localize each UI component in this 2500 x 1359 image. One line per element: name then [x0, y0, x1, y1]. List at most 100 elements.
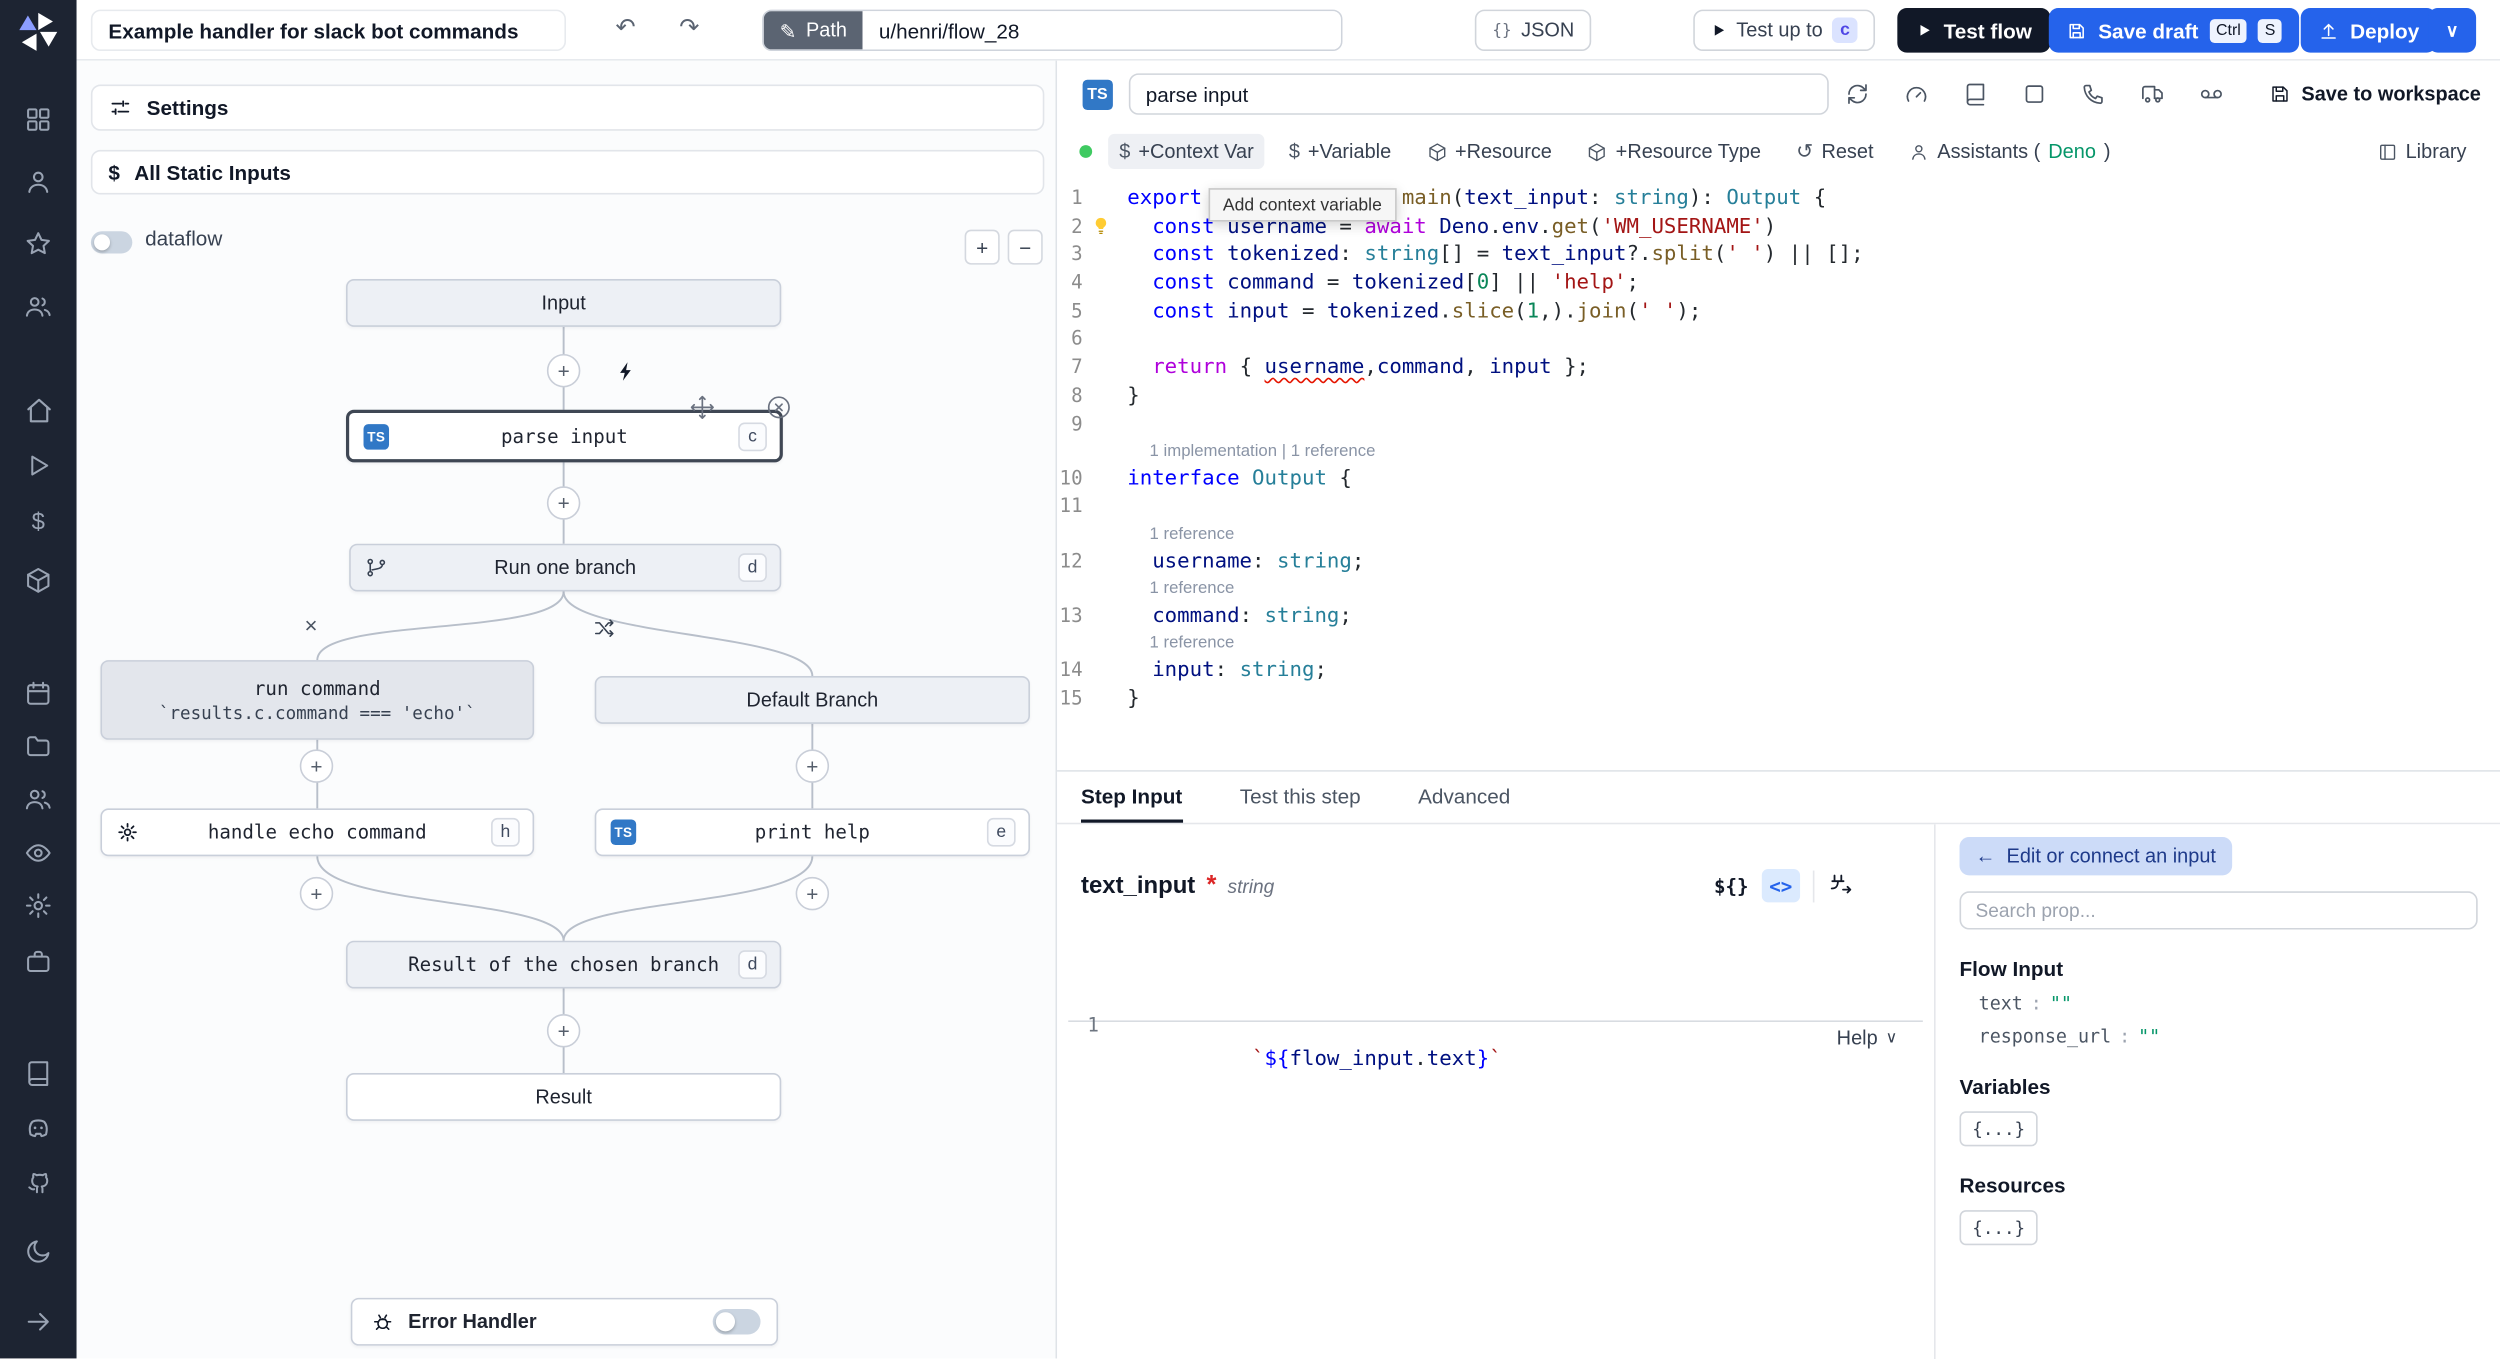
lightbulb-icon[interactable] — [1091, 215, 1112, 236]
flow-node-result[interactable]: Result — [345, 1073, 782, 1121]
code-line[interactable]: 9 — [1057, 411, 2500, 439]
code-line[interactable]: 8} — [1057, 382, 2500, 410]
variables-expand-chip[interactable]: {...} — [1959, 1111, 2038, 1147]
code-line[interactable]: 13 command: string; — [1057, 602, 2500, 630]
codelens-link[interactable]: 1 reference — [1057, 630, 2500, 656]
code-mode-button[interactable]: <> — [1761, 868, 1801, 903]
members-icon[interactable] — [22, 783, 54, 815]
user-icon[interactable] — [22, 166, 54, 198]
tab-test-this-step[interactable]: Test this step — [1240, 772, 1361, 823]
search-prop-input[interactable] — [1959, 891, 2478, 930]
home-icon[interactable] — [22, 394, 54, 426]
discord-icon[interactable] — [22, 1111, 54, 1143]
remove-branch-icon[interactable]: × — [305, 614, 318, 636]
code-line[interactable]: 5 const input = tokenized.slice(1,).join… — [1057, 298, 2500, 326]
code-line[interactable]: 7 return { username,command, input }; — [1057, 354, 2500, 382]
flow-node-run-one-branch[interactable]: Run one branch d — [349, 543, 782, 592]
step-name-input[interactable] — [1128, 73, 1830, 115]
reset-button[interactable]: ↺ Reset — [1785, 132, 1885, 170]
flow-node-branch-result[interactable]: Result of the chosen branch d — [345, 940, 782, 989]
redo-icon[interactable]: ↷ — [679, 13, 699, 45]
add-step-button[interactable]: + — [299, 749, 334, 783]
groups-icon[interactable] — [22, 290, 54, 322]
settings-gear-icon[interactable] — [22, 890, 54, 922]
workspace-grid-icon[interactable] — [22, 104, 54, 136]
flow-node-default-branch[interactable]: Default Branch — [594, 676, 1030, 724]
code-line[interactable]: 4 const command = tokenized[0] || 'help'… — [1057, 270, 2500, 298]
collapse-sidebar-icon[interactable] — [22, 1306, 54, 1338]
path-edit-button[interactable]: ✎ Path — [763, 11, 863, 50]
flow-node-input[interactable]: Input — [345, 279, 782, 327]
code-line[interactable]: 12 username: string; — [1057, 548, 2500, 576]
voicemail-icon[interactable] — [2199, 81, 2225, 107]
code-line[interactable]: 11 — [1057, 493, 2500, 521]
gauge-icon[interactable] — [1904, 81, 1930, 107]
add-resource-button[interactable]: +Resource — [1415, 134, 1563, 169]
sync-icon[interactable] — [1845, 81, 1871, 107]
github-icon[interactable] — [22, 1166, 54, 1198]
add-step-button[interactable]: + — [546, 353, 581, 388]
edit-or-connect-button[interactable]: ← Edit or connect an input — [1959, 837, 2232, 876]
test-up-to-button[interactable]: Test up to c — [1693, 9, 1876, 52]
add-step-button[interactable]: + — [546, 486, 581, 520]
folders-icon[interactable] — [22, 730, 54, 762]
schedules-calendar-icon[interactable] — [22, 678, 54, 710]
code-line[interactable]: 3 const tokenized: string[] = text_input… — [1057, 241, 2500, 269]
codelens-link[interactable]: 1 reference — [1057, 521, 2500, 547]
add-step-button[interactable]: + — [795, 876, 830, 911]
windmill-logo-icon[interactable] — [18, 11, 59, 52]
save-draft-button[interactable]: Save draft Ctrl S — [2048, 7, 2300, 53]
error-handler-toggle[interactable] — [712, 1309, 761, 1335]
add-context-var-button[interactable]: $ +Context Var — [1108, 133, 1265, 170]
variables-dollar-icon[interactable]: $ — [22, 505, 54, 537]
runs-play-icon[interactable] — [22, 450, 54, 482]
add-variable-button[interactable]: $ +Variable — [1278, 134, 1403, 169]
help-link[interactable]: Help ∨ — [1837, 1027, 1898, 1049]
favorites-star-icon[interactable] — [22, 228, 54, 260]
expr-mode-button[interactable]: ${} — [1714, 875, 1749, 897]
resources-cube-icon[interactable] — [22, 564, 54, 596]
resources-expand-chip[interactable]: {...} — [1959, 1210, 2038, 1246]
input-expression-editor[interactable]: 1 `${flow_input.text}` — [1068, 976, 1923, 1071]
dark-mode-moon-icon[interactable] — [22, 1236, 54, 1268]
deploy-button[interactable]: Deploy — [2300, 7, 2437, 53]
test-flow-button[interactable]: Test flow — [1897, 7, 2051, 53]
move-step-icon[interactable] — [689, 394, 716, 421]
phone-icon[interactable] — [2081, 81, 2107, 107]
json-button[interactable]: {} JSON — [1474, 9, 1592, 52]
error-handler-node[interactable]: Error Handler — [350, 1297, 779, 1346]
code-line[interactable]: 10 interface Output { — [1057, 465, 2500, 493]
code-line[interactable]: 6 — [1057, 326, 2500, 354]
flow-node-parse-input[interactable]: TS parse input c — [345, 409, 783, 463]
workers-toolbox-icon[interactable] — [22, 945, 54, 977]
path-field[interactable]: ✎ Path u/henri/flow_28 — [762, 9, 1343, 52]
flow-node-print-help[interactable]: TS print help e — [594, 808, 1030, 857]
flow-title[interactable]: Example handler for slack bot commands — [90, 9, 567, 52]
add-step-button[interactable]: + — [546, 1014, 581, 1048]
undo-icon[interactable]: ↶ — [615, 13, 635, 45]
codelens-link[interactable]: 1 reference — [1057, 576, 2500, 602]
code-line[interactable]: 15} — [1057, 685, 2500, 713]
library-button[interactable]: Library — [2366, 134, 2478, 169]
window-icon[interactable] — [2022, 81, 2048, 107]
book-icon[interactable] — [1963, 81, 1989, 107]
add-step-button[interactable]: + — [299, 876, 334, 911]
add-resource-type-button[interactable]: +Resource Type — [1576, 134, 1772, 169]
prop-row-text[interactable]: text: "" — [1960, 992, 2477, 1014]
trigger-bolt-icon[interactable] — [615, 360, 637, 382]
code-line[interactable]: 14 input: string; — [1057, 657, 2500, 685]
vehicle-icon[interactable] — [2140, 81, 2166, 107]
assistants-button[interactable]: Assistants (Deno) — [1897, 134, 2121, 169]
connect-plug-icon[interactable] — [1827, 872, 1854, 899]
flow-node-handle-echo-command[interactable]: handle echo command h — [100, 808, 535, 857]
prop-row-response-url[interactable]: response_url: "" — [1960, 1025, 2477, 1047]
codelens-link[interactable]: 1 implementation | 1 reference — [1057, 439, 2500, 465]
audit-eye-icon[interactable] — [22, 837, 54, 869]
flow-node-run-command-branch[interactable]: run command `results.c.command === 'echo… — [100, 660, 535, 740]
tab-step-input[interactable]: Step Input — [1081, 772, 1183, 823]
add-step-button[interactable]: + — [795, 749, 830, 783]
docs-book-icon[interactable] — [22, 1057, 54, 1089]
tab-advanced[interactable]: Advanced — [1418, 772, 1510, 823]
deploy-dropdown-button[interactable]: ∨ — [2428, 7, 2477, 53]
save-to-workspace-button[interactable]: Save to workspace — [2270, 83, 2481, 105]
